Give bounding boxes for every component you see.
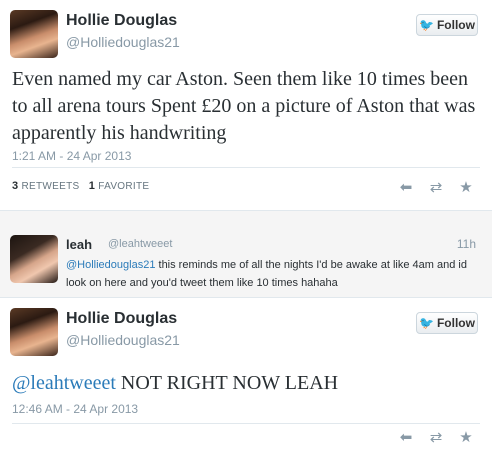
- favorites-label[interactable]: FAVORITE: [98, 181, 149, 192]
- mention-link[interactable]: @leahtweeet: [12, 372, 116, 394]
- tweet-text: Even named my car Aston. Seen them like …: [12, 68, 476, 144]
- tweet-timestamp[interactable]: 12:46 AM - 24 Apr 2013: [12, 402, 138, 416]
- follow-button[interactable]: 🐦 Follow: [416, 312, 478, 334]
- avatar[interactable]: [10, 10, 58, 58]
- favorites-count[interactable]: 1: [89, 180, 95, 192]
- reply-icon[interactable]: ⬅: [398, 428, 414, 446]
- follow-button[interactable]: 🐦 Follow: [416, 14, 478, 36]
- retweet-icon[interactable]: ⇄: [428, 428, 444, 446]
- author-name[interactable]: Hollie Douglas: [66, 12, 177, 30]
- author-handle[interactable]: @Holliedouglas21: [66, 332, 180, 348]
- tweet-body: NOT RIGHT NOW LEAH: [115, 372, 339, 394]
- favorite-icon[interactable]: ★: [458, 178, 474, 196]
- twitter-bird-icon: 🐦: [419, 18, 434, 32]
- tweet-card: Hollie Douglas @Holliedouglas21 🐦 Follow…: [0, 0, 492, 210]
- mention-link[interactable]: @Holliedouglas21: [66, 259, 155, 271]
- reply-text: @Holliedouglas21 this reminds me of all …: [66, 256, 476, 292]
- follow-label: Follow: [436, 18, 475, 32]
- tweet-actions: ⬅ ⇄ ★: [398, 178, 474, 196]
- reply-icon[interactable]: ⬅: [398, 178, 414, 196]
- reply-author-name[interactable]: leah: [66, 237, 92, 252]
- retweets-label[interactable]: RETWEETS: [22, 181, 80, 192]
- divider: [12, 167, 480, 168]
- avatar[interactable]: [10, 235, 58, 283]
- tweet-card: Hollie Douglas @Holliedouglas21 🐦 Follow…: [0, 298, 492, 459]
- tweet-actions: ⬅ ⇄ ★: [398, 428, 474, 446]
- reply-tweet: leah @leahtweeet 11h @Holliedouglas21 th…: [0, 210, 492, 298]
- retweet-icon[interactable]: ⇄: [428, 178, 444, 196]
- tweet-text: @leahtweeet NOT RIGHT NOW LEAH: [12, 372, 338, 395]
- tweet-stats: 3 RETWEETS 1 FAVORITE: [12, 180, 149, 192]
- retweets-count[interactable]: 3: [12, 180, 18, 192]
- reply-time[interactable]: 11h: [457, 237, 476, 251]
- author-handle[interactable]: @Holliedouglas21: [66, 34, 180, 50]
- author-name[interactable]: Hollie Douglas: [66, 310, 177, 328]
- twitter-bird-icon: 🐦: [419, 316, 434, 330]
- tweet-timestamp[interactable]: 1:21 AM - 24 Apr 2013: [12, 149, 131, 163]
- divider: [12, 423, 480, 424]
- favorite-icon[interactable]: ★: [458, 428, 474, 446]
- follow-label: Follow: [436, 316, 475, 330]
- avatar[interactable]: [10, 308, 58, 356]
- reply-author-handle[interactable]: @leahtweeet: [108, 238, 172, 250]
